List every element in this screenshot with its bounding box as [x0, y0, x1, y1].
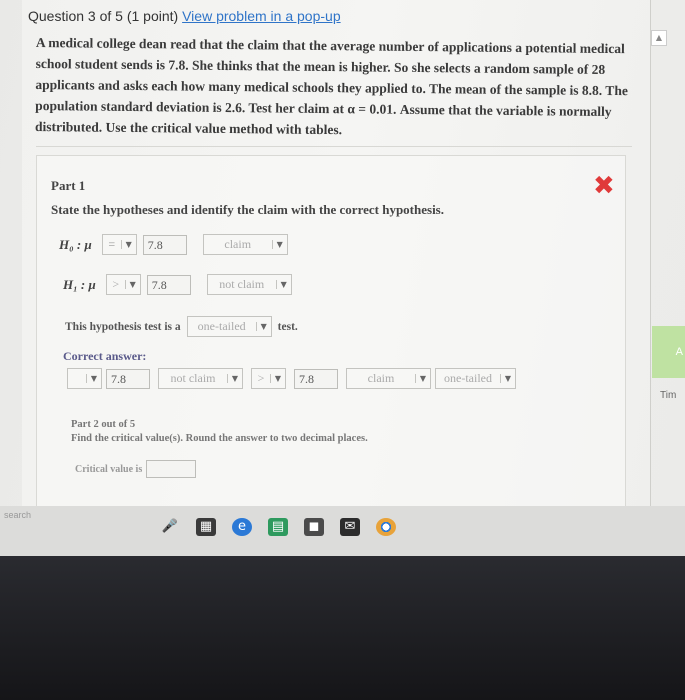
mail-icon[interactable]: ✉: [340, 518, 360, 536]
h1-claim-select[interactable]: not claim ▼: [206, 274, 292, 295]
chevron-down-icon: ▼: [500, 374, 515, 383]
h0-claim-select[interactable]: claim ▼: [202, 234, 288, 255]
chevron-down-icon: ▼: [275, 280, 291, 289]
chevron-down-icon: ▼: [86, 374, 101, 383]
h0-row: H₀ : μ = ▼ 7.8 claim ▼: [59, 234, 288, 255]
h0-claim-value: claim: [224, 237, 252, 251]
problem-text: A medical college dean read that the cla…: [34, 34, 628, 138]
test-suffix: test.: [277, 320, 298, 333]
side-answer-tab[interactable]: A: [652, 326, 685, 378]
scroll-up-button[interactable]: ▲: [651, 30, 667, 46]
h1-operator-value: >: [112, 277, 120, 291]
part-2-section: Part 2 out of 5 Find the critical value(…: [71, 418, 368, 446]
file-explorer-icon[interactable]: ▤: [268, 518, 288, 536]
h0-symbol: H₀ : μ: [59, 236, 92, 252]
taskbar: search 🎤 ▦ e ▤ ◼ ✉: [0, 506, 685, 556]
correct-h1-value: 7.8: [294, 368, 338, 389]
h0-operator-select[interactable]: = ▼: [101, 234, 137, 255]
taskbar-icons: 🎤 ▦ e ▤ ◼ ✉: [160, 518, 396, 536]
critical-value-input[interactable]: [146, 460, 197, 478]
test-type-select[interactable]: one-tailed ▼: [186, 316, 272, 337]
screen: Question 3 of 5 (1 point) View problem i…: [0, 0, 685, 555]
correct-h0-claim: not claim ▼: [158, 368, 243, 389]
chevron-down-icon: ▼: [271, 240, 287, 249]
h0-value-field[interactable]: 7.8: [142, 234, 187, 255]
h1-row: H₁ : μ > ▼ 7.8 not claim ▼: [63, 274, 292, 295]
correct-h1-claim: claim ▼: [346, 368, 431, 389]
h1-symbol: H₁ : μ: [63, 276, 96, 292]
time-label: Tim: [660, 390, 677, 401]
part-1-title: Part 1: [51, 178, 86, 193]
task-view-icon[interactable]: ▦: [196, 518, 216, 536]
test-type-row: This hypothesis test is a one-tailed ▼ t…: [65, 316, 298, 337]
chrome-icon[interactable]: [376, 518, 396, 536]
chevron-down-icon: ▼: [255, 322, 271, 331]
test-prefix: This hypothesis test is a: [65, 320, 181, 333]
microphone-icon[interactable]: 🎤: [160, 518, 180, 536]
part-1-instruction: State the hypotheses and identify the cl…: [51, 202, 444, 217]
chevron-down-icon: ▼: [270, 374, 285, 383]
chevron-down-icon: ▼: [120, 240, 136, 249]
question-header: Question 3 of 5 (1 point) View problem i…: [28, 8, 341, 24]
correct-h0-operator: ▼: [67, 368, 102, 389]
part-1-panel: Part 1 State the hypotheses and identify…: [36, 155, 626, 517]
edge-browser-icon[interactable]: e: [232, 518, 252, 536]
correct-h1-operator: > ▼: [251, 368, 286, 389]
chevron-down-icon: ▼: [227, 374, 242, 383]
part-2-instruction: Find the critical value(s). Round the an…: [71, 433, 368, 444]
incorrect-icon: ✖: [593, 171, 615, 201]
taskbar-search[interactable]: search: [0, 510, 31, 520]
h1-operator-select[interactable]: > ▼: [105, 274, 141, 295]
part-2-title: Part 2 out of 5: [71, 419, 136, 430]
store-icon[interactable]: ◼: [304, 518, 324, 536]
correct-answer-row: ▼ 7.8 not claim ▼ > ▼ 7.8 claim ▼ one-ta…: [67, 368, 516, 389]
chevron-down-icon: ▼: [415, 374, 430, 383]
critical-value-label: Critical value is: [75, 463, 143, 475]
question-label: Question 3 of 5 (1 point): [28, 8, 179, 24]
popup-link[interactable]: View problem in a pop-up: [182, 8, 341, 24]
correct-answer-label: Correct answer:: [63, 349, 147, 363]
h0-operator-value: =: [108, 237, 116, 251]
h1-claim-value: not claim: [219, 277, 265, 291]
correct-test-type: one-tailed ▼: [435, 368, 516, 389]
content-panel: Question 3 of 5 (1 point) View problem i…: [22, 0, 651, 518]
h1-value-field[interactable]: 7.8: [146, 274, 191, 295]
correct-h0-value: 7.8: [106, 368, 150, 389]
monitor-bezel: [0, 556, 685, 700]
divider: [36, 146, 632, 147]
chevron-down-icon: ▼: [124, 280, 140, 289]
critical-value-row: Critical value is: [75, 460, 197, 478]
test-type-value: one-tailed: [197, 319, 246, 333]
